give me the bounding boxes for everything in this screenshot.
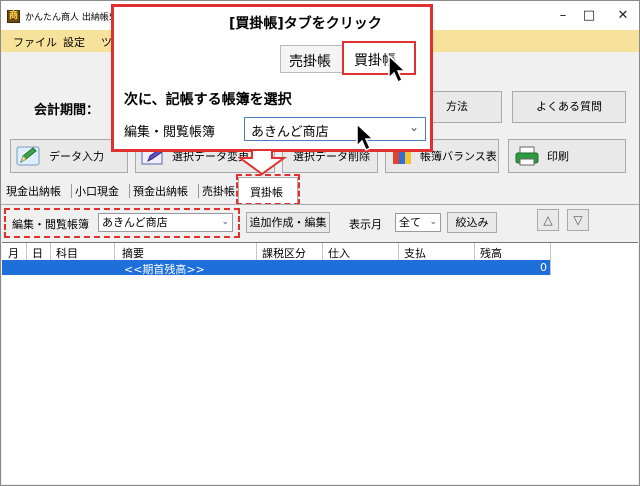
mouse-cursor-icon [388, 54, 405, 84]
print-button[interactable]: 印刷 [508, 139, 626, 173]
divider [1, 204, 639, 205]
callout-tab-left-label: 売掛帳 [289, 54, 331, 70]
highlight-ledger-select [4, 208, 240, 238]
close-button[interactable]: ✕ [601, 5, 640, 27]
faq-button[interactable]: よくある質問 [512, 91, 626, 123]
pencil-icon [16, 146, 40, 166]
row-description: <<期首残高>> [124, 263, 205, 276]
printer-icon [515, 146, 539, 166]
callout-step2-title: 次に、記帳する帳簿を選択 [124, 92, 292, 108]
callout-ledger-label: 編集・閲覧帳簿 [124, 125, 216, 140]
data-entry-label: データ入力 [49, 150, 104, 163]
callout-ledger-value: あきんど商店 [251, 125, 329, 140]
mouse-cursor-icon [356, 122, 373, 152]
tab-receivables[interactable]: 売掛帳 [202, 183, 236, 199]
callout-tab-receivables: 売掛帳 [280, 45, 344, 73]
add-edit-button[interactable]: 追加作成・編集 [246, 212, 330, 233]
column-header: 月 [8, 247, 19, 260]
chevron-down-icon: ⌄ [429, 217, 437, 227]
callout-step1-title: [買掛帳]タブをクリック [229, 16, 382, 32]
tab-divider [198, 184, 199, 198]
period-label: 会計期間： [34, 103, 100, 118]
column-header: 科目 [56, 247, 78, 260]
window-title: かんたん商人 出納帳5 - [25, 13, 121, 23]
narrow-label: 絞込み [455, 216, 489, 229]
menu-file[interactable]: ファイル [13, 34, 57, 50]
month-select-value: 全て [399, 216, 421, 229]
pointer-arrow-icon [238, 150, 288, 176]
up-arrow-icon: △ [543, 213, 553, 227]
print-label: 印刷 [547, 150, 569, 163]
add-edit-label: 追加作成・編集 [249, 216, 327, 229]
column-header: 残高 [480, 247, 502, 260]
menu-settings[interactable]: 設定 [63, 34, 85, 50]
column-header: 日 [32, 247, 43, 260]
tab-cash-book[interactable]: 現金出納帳 [6, 183, 61, 199]
column-header: 仕入 [328, 247, 350, 260]
down-arrow-icon: ▽ [573, 213, 583, 227]
tab-divider [129, 184, 130, 198]
month-select[interactable]: 全て ⌄ [395, 213, 441, 232]
column-header: 支払 [404, 247, 426, 260]
instruction-callout: [買掛帳]タブをクリック 売掛帳 買掛帳 次に、記帳する帳簿を選択 編集・閲覧帳… [111, 4, 433, 152]
ledger-grid[interactable]: 月 日 科目 摘要 課税区分 仕入 支払 残高 <<期首残高>> 0 [2, 242, 638, 484]
table-row[interactable] [2, 260, 550, 275]
narrow-button[interactable]: 絞込み [447, 212, 497, 233]
chevron-down-icon: ⌄ [408, 120, 419, 134]
row-balance: 0 [540, 261, 547, 274]
column-divider [550, 243, 551, 275]
method-button-label: 方法 [446, 100, 468, 113]
move-up-button[interactable]: △ [537, 209, 559, 231]
callout-ledger-select: あきんど商店 ⌄ [244, 117, 426, 141]
month-label: 表示月 [349, 218, 382, 231]
column-header: 摘要 [122, 247, 144, 260]
tab-deposit-book[interactable]: 預金出納帳 [133, 183, 188, 199]
column-header: 課税区分 [262, 247, 306, 260]
tab-petty-cash[interactable]: 小口現金 [75, 183, 119, 199]
highlight-tab-payables [236, 174, 300, 205]
grid-header: 月 日 科目 摘要 課税区分 仕入 支払 残高 [2, 243, 550, 260]
move-down-button[interactable]: ▽ [567, 209, 589, 231]
faq-button-label: よくある質問 [536, 100, 602, 113]
tab-divider [71, 184, 72, 198]
app-icon: 商 [7, 10, 20, 23]
